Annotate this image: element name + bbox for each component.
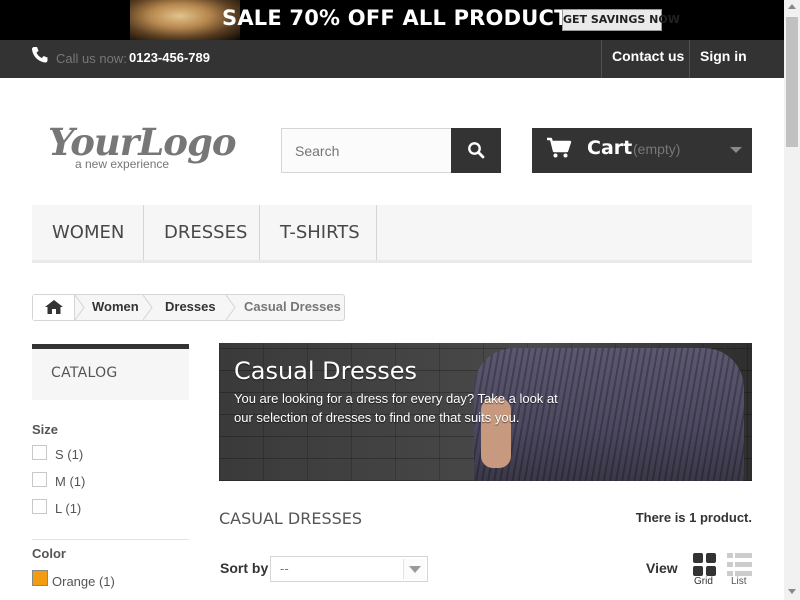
- catalog-block: CATALOG: [32, 344, 189, 400]
- menu-item-dresses[interactable]: DRESSES: [144, 205, 260, 260]
- color-orange-label[interactable]: Orange (1): [52, 574, 115, 589]
- sign-in-link[interactable]: Sign in: [689, 40, 784, 78]
- search-icon: [468, 142, 485, 159]
- logo-tagline: a new experience: [75, 157, 170, 171]
- size-m-label[interactable]: M (1): [55, 474, 85, 489]
- size-m-checkbox[interactable]: [32, 472, 47, 487]
- chevron-down-icon: [730, 147, 742, 153]
- list-view-label[interactable]: List: [731, 576, 747, 587]
- cart-label: Cart: [587, 137, 633, 159]
- menu-item-women[interactable]: WOMEN: [32, 205, 144, 260]
- search-button[interactable]: [451, 128, 501, 173]
- breadcrumb-dresses[interactable]: Dresses: [165, 299, 216, 314]
- breadcrumb: Women Dresses Casual Dresses: [32, 294, 345, 321]
- promo-text: SALE 70% OFF ALL PRODUCTS: [222, 6, 584, 30]
- promo-banner[interactable]: SALE 70% OFF ALL PRODUCTS GET SAVINGS NO…: [0, 0, 784, 40]
- chevron-down-icon: [409, 566, 421, 573]
- size-s-label[interactable]: S (1): [55, 447, 83, 462]
- size-l-checkbox[interactable]: [32, 499, 47, 514]
- get-savings-button[interactable]: GET SAVINGS NOW: [562, 9, 680, 31]
- phone-number: 0123-456-789: [129, 50, 210, 65]
- scroll-thumb[interactable]: [786, 17, 798, 147]
- sort-by-select[interactable]: --: [270, 556, 428, 582]
- view-label: View: [646, 560, 678, 576]
- breadcrumb-home[interactable]: [33, 295, 75, 320]
- menu-item-t-shirts[interactable]: T-SHIRTS: [260, 205, 377, 260]
- category-name: Casual Dresses: [234, 357, 418, 385]
- category-description: You are looking for a dress for every da…: [234, 391, 558, 425]
- size-l-label[interactable]: L (1): [55, 501, 81, 516]
- breadcrumb-separator: [75, 295, 85, 320]
- scroll-up-arrow-icon[interactable]: [788, 4, 796, 9]
- breadcrumb-current: Casual Dresses: [244, 299, 341, 314]
- sort-dropdown-toggle[interactable]: [403, 559, 425, 579]
- catalog-title: CATALOG: [51, 365, 118, 381]
- page-scrollbar[interactable]: [784, 0, 800, 600]
- main-menu: WOMEN DRESSES T-SHIRTS: [32, 205, 752, 263]
- scroll-down-arrow-icon[interactable]: [788, 589, 796, 594]
- breadcrumb-separator: [143, 295, 153, 320]
- product-count: There is 1 product.: [635, 510, 752, 525]
- call-label: Call us now:: [56, 51, 127, 66]
- listing-title: CASUAL DRESSES: [219, 509, 363, 528]
- list-view-icon[interactable]: [727, 553, 752, 576]
- contact-us-link[interactable]: Contact us: [601, 40, 701, 78]
- phone-icon: [32, 47, 48, 63]
- shopping-cart-icon: [547, 137, 572, 158]
- search-input[interactable]: [281, 128, 452, 173]
- home-icon: [45, 300, 63, 314]
- sort-by-label: Sort by: [220, 560, 269, 576]
- site-logo[interactable]: YourLogo a new experience: [48, 120, 237, 178]
- cart-button[interactable]: Cart (empty): [532, 128, 752, 173]
- cart-status: (empty): [633, 141, 681, 157]
- filter-divider: [32, 539, 189, 540]
- size-s-checkbox[interactable]: [32, 445, 47, 460]
- breadcrumb-women[interactable]: Women: [92, 299, 139, 314]
- grid-view-label[interactable]: Grid: [694, 576, 713, 587]
- sort-by-value: --: [280, 561, 289, 576]
- breadcrumb-separator: [226, 295, 236, 320]
- color-swatch-orange[interactable]: [32, 570, 48, 586]
- size-filter-title: Size: [32, 422, 59, 437]
- grid-view-icon[interactable]: [693, 553, 716, 576]
- color-filter-title: Color: [32, 546, 66, 561]
